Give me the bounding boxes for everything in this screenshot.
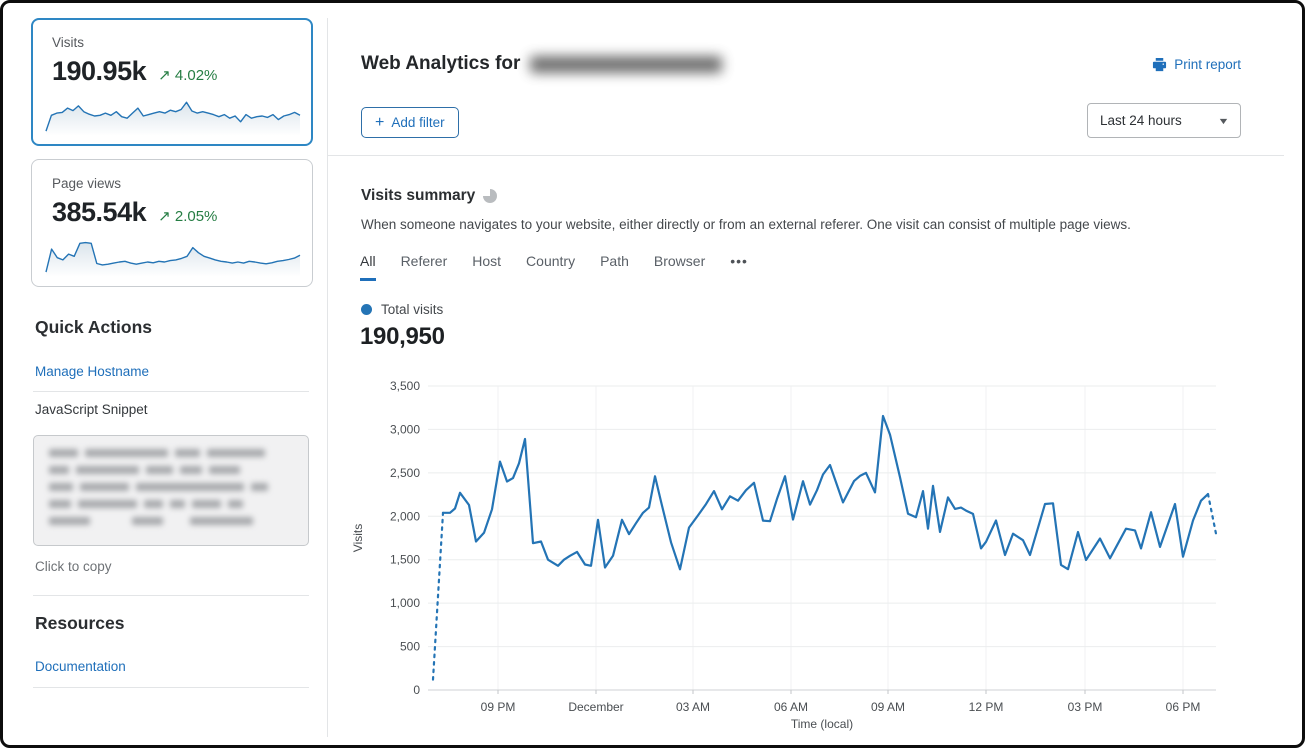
summary-title-row: Visits summary [361, 187, 497, 205]
y-tick-label: 3,000 [390, 422, 420, 436]
header-divider [327, 155, 1284, 156]
tab-more[interactable]: ••• [730, 253, 748, 281]
divider [33, 595, 309, 596]
time-range-select[interactable]: Last 24 hours ▼ [1087, 103, 1241, 138]
page-title-row: Web Analytics for [361, 53, 722, 75]
divider [33, 391, 309, 392]
visits-line-chart: 0 500 1,000 1,500 2,000 2,500 3,000 3,500 09 PM D… [348, 373, 1243, 741]
printer-icon [1152, 57, 1167, 72]
trend-up-icon: ↗ [158, 67, 171, 84]
legend-dot-icon [361, 304, 372, 315]
manage-hostname-link[interactable]: Manage Hostname [35, 364, 149, 379]
trend-badge: ↗ 4.02% [158, 66, 217, 84]
site-domain-redacted [530, 56, 722, 73]
stat-label: Visits [52, 35, 292, 50]
x-tick-label: 06 AM [774, 700, 808, 714]
x-tick-label: December [568, 700, 623, 714]
redacted-code-line [49, 449, 293, 457]
x-tick-label: 09 AM [871, 700, 905, 714]
y-tick-label: 2,000 [390, 509, 420, 523]
stat-card-visits[interactable]: Visits 190.95k ↗ 4.02% [31, 18, 313, 146]
panel-divider [327, 18, 328, 737]
divider [33, 687, 309, 688]
x-tick-label: 06 PM [1166, 700, 1201, 714]
y-tick-label: 1,000 [390, 596, 420, 610]
documentation-link[interactable]: Documentation [35, 659, 126, 674]
javascript-snippet-box[interactable] [33, 435, 309, 546]
chart-legend: Total visits [361, 302, 443, 317]
y-tick-label: 3,500 [390, 379, 420, 393]
x-tick-label: 03 AM [676, 700, 710, 714]
summary-title: Visits summary [361, 187, 475, 205]
javascript-snippet-label: JavaScript Snippet [35, 402, 148, 417]
y-tick-label: 2,500 [390, 466, 420, 480]
resources-heading: Resources [35, 613, 125, 634]
plus-icon: + [375, 115, 384, 131]
y-tick-label: 0 [413, 683, 420, 697]
trend-badge: ↗ 2.05% [158, 207, 217, 225]
chevron-down-icon: ▼ [1217, 116, 1229, 126]
redacted-code-line [49, 517, 293, 525]
tab-country[interactable]: Country [526, 253, 575, 281]
help-icon[interactable] [483, 189, 497, 203]
y-tick-label: 500 [400, 640, 420, 654]
tab-browser[interactable]: Browser [654, 253, 705, 281]
redacted-code-line [49, 483, 293, 491]
x-tick-label: 09 PM [481, 700, 516, 714]
tab-all[interactable]: All [360, 253, 376, 281]
series-total-visits [443, 416, 1208, 569]
summary-tabs: All Referer Host Country Path Browser ••• [360, 253, 748, 281]
trend-up-icon: ↗ [158, 208, 171, 225]
x-axis-title: Time (local) [791, 717, 853, 731]
total-visits-value: 190,950 [360, 323, 445, 351]
y-axis-title: Visits [351, 524, 365, 552]
stat-card-page-views[interactable]: Page views 385.54k ↗ 2.05% [31, 159, 313, 287]
x-tick-label: 03 PM [1068, 700, 1103, 714]
tab-host[interactable]: Host [472, 253, 501, 281]
add-filter-button[interactable]: + Add filter [361, 107, 459, 138]
tab-path[interactable]: Path [600, 253, 629, 281]
stat-value: 385.54k [52, 197, 146, 228]
page-title: Web Analytics for [361, 53, 520, 75]
visits-sparkline [44, 93, 302, 137]
click-to-copy-hint: Click to copy [35, 559, 112, 574]
quick-actions-heading: Quick Actions [35, 317, 152, 338]
summary-description: When someone navigates to your website, … [361, 217, 1191, 232]
series-total-visits-dashed [1208, 494, 1216, 534]
redacted-code-line [49, 500, 293, 508]
redacted-code-line [49, 466, 293, 474]
stat-value: 190.95k [52, 56, 146, 87]
print-report-button[interactable]: Print report [1152, 57, 1241, 72]
page-views-sparkline [44, 234, 302, 278]
x-tick-label: 12 PM [969, 700, 1004, 714]
series-total-visits-dashed [433, 513, 443, 680]
app-window: Visits 190.95k ↗ 4.02% Page views 385.54… [0, 0, 1305, 748]
tab-referer[interactable]: Referer [401, 253, 448, 281]
stat-label: Page views [52, 176, 292, 191]
y-tick-label: 1,500 [390, 553, 420, 567]
